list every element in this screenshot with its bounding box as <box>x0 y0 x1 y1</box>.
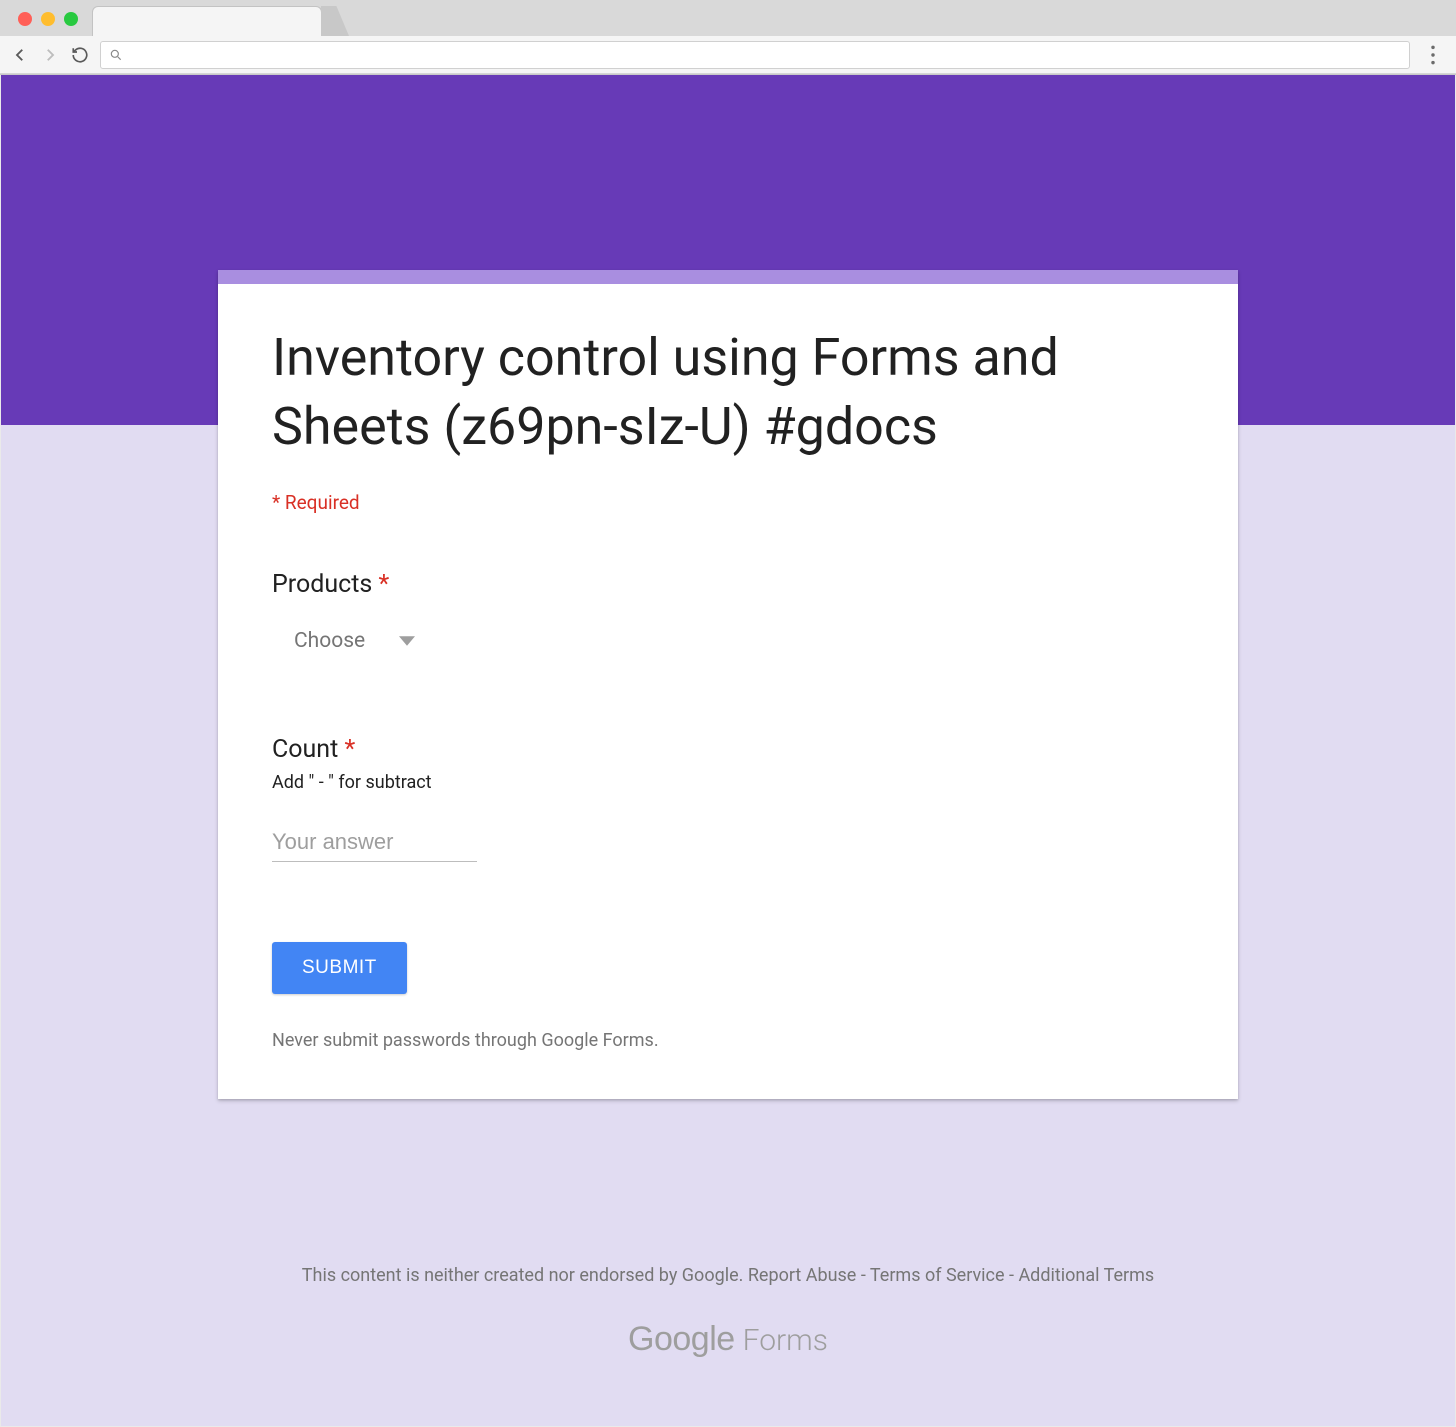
additional-terms-link[interactable]: Additional Terms <box>1018 1265 1154 1286</box>
kebab-icon <box>1420 42 1446 68</box>
form-title: Inventory control using Forms and Sheets… <box>272 324 1184 461</box>
question-help-text: Add " - " for subtract <box>272 772 1184 793</box>
card-accent-bar <box>218 270 1238 284</box>
count-input[interactable] <box>272 823 477 862</box>
required-star-icon: * <box>379 570 390 599</box>
report-abuse-link[interactable]: Report Abuse <box>748 1265 857 1286</box>
submit-button[interactable]: SUBMIT <box>272 942 407 994</box>
search-icon <box>109 48 123 62</box>
browser-chrome <box>0 0 1456 75</box>
window-controls <box>10 12 86 36</box>
minimize-window-icon[interactable] <box>41 12 55 26</box>
address-bar[interactable] <box>100 41 1410 69</box>
dropdown-placeholder: Choose <box>294 629 365 653</box>
question-products: Products * Choose <box>272 570 1184 663</box>
close-window-icon[interactable] <box>18 12 32 26</box>
google-forms-logo[interactable]: Google Forms <box>218 1320 1238 1359</box>
browser-menu-button[interactable] <box>1420 42 1446 68</box>
forward-button[interactable] <box>40 45 60 65</box>
question-label-text: Count <box>272 735 338 764</box>
question-label-text: Products <box>272 570 372 599</box>
form-card: Inventory control using Forms and Sheets… <box>218 270 1238 1099</box>
reload-button[interactable] <box>70 45 90 65</box>
footer-disclaimer: This content is neither created nor endo… <box>218 1265 1238 1286</box>
card-body: Inventory control using Forms and Sheets… <box>218 284 1238 1099</box>
forms-wordmark: Forms <box>743 1323 828 1358</box>
disclaimer-text: This content is neither created nor endo… <box>302 1265 748 1286</box>
back-button[interactable] <box>10 45 30 65</box>
maximize-window-icon[interactable] <box>64 12 78 26</box>
required-star-icon: * <box>345 735 356 764</box>
browser-toolbar <box>0 36 1456 74</box>
page-footer: This content is neither created nor endo… <box>218 1265 1238 1359</box>
question-label: Products * <box>272 570 1184 599</box>
tab-strip <box>0 0 1456 36</box>
password-warning: Never submit passwords through Google Fo… <box>272 1030 1184 1051</box>
google-wordmark: Google <box>628 1320 735 1359</box>
chevron-down-icon <box>399 635 415 647</box>
products-dropdown[interactable]: Choose <box>272 619 431 663</box>
separator: - <box>856 1265 870 1286</box>
question-count: Count * Add " - " for subtract <box>272 735 1184 862</box>
browser-tab[interactable] <box>92 6 322 36</box>
required-note: * Required <box>272 491 1184 514</box>
separator: - <box>1005 1265 1019 1286</box>
page-viewport: Inventory control using Forms and Sheets… <box>0 75 1456 1427</box>
tos-link[interactable]: Terms of Service <box>870 1265 1005 1286</box>
question-label: Count * <box>272 735 1184 764</box>
